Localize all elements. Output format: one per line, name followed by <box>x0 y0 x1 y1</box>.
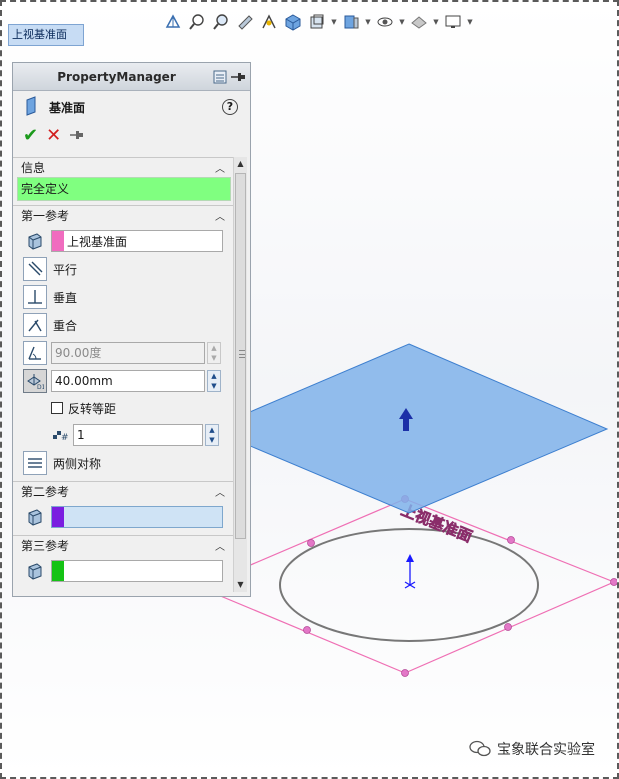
perpendicular-icon[interactable] <box>23 285 47 309</box>
property-manager-content[interactable]: 信息 ︿ 完全定义 第一参考 ︿ 上视基准面 平行 垂直 重合 90.00度 ▲… <box>13 157 233 596</box>
coincident-label: 重合 <box>53 318 78 333</box>
svg-text:#: # <box>61 433 69 443</box>
info-section-label: 信息 <box>21 161 46 175</box>
offset-row: D1 40.00mm ▲▼ <box>17 367 229 395</box>
option-perpendicular[interactable]: 垂直 <box>17 283 229 311</box>
property-manager-panel: PropertyManager 基准面 ? ✔ ✕ 信息 ︿ 完全定义 第一参考… <box>12 62 251 597</box>
plane-count-row: # 1 ▲ ▼ <box>17 421 229 449</box>
count-spinner[interactable]: ▲ ▼ <box>205 424 219 446</box>
scroll-down-icon[interactable]: ▼ <box>234 578 247 592</box>
scroll-up-icon[interactable]: ▲ <box>234 157 247 171</box>
hide-show-dropdown-icon[interactable]: ▼ <box>364 11 372 33</box>
property-manager-header: PropertyManager <box>13 63 250 91</box>
collapse-chevron-icon[interactable]: ︿ <box>215 160 225 175</box>
offset-distance-field[interactable]: 40.00mm <box>51 370 205 392</box>
plane-count-field[interactable]: 1 <box>73 424 203 446</box>
first-ref-value: 上视基准面 <box>67 234 128 249</box>
parallel-label: 平行 <box>53 262 78 277</box>
view-settings-dropdown-icon[interactable]: ▼ <box>466 11 474 33</box>
first-ref-field[interactable]: 上视基准面 <box>51 230 223 252</box>
action-buttons: ✔ ✕ <box>13 123 250 149</box>
second-ref-section-header[interactable]: 第二参考 ︿ <box>13 481 233 501</box>
hide-show-items-icon[interactable] <box>340 11 362 33</box>
zoom-area-icon[interactable] <box>186 11 208 33</box>
reference-entity-icon <box>23 230 45 252</box>
property-manager-title: PropertyManager <box>57 70 176 84</box>
view-orientation-icon[interactable] <box>282 11 304 33</box>
watermark: 宝象联合实验室 <box>469 739 595 759</box>
third-ref-field[interactable] <box>51 560 223 582</box>
angle-field[interactable]: 90.00度 <box>51 342 205 364</box>
help-icon[interactable]: ? <box>222 99 238 115</box>
first-ref-color-swatch <box>52 231 64 251</box>
dynamic-annotation-icon[interactable] <box>258 11 280 33</box>
mid-plane-label: 两侧对称 <box>53 456 102 471</box>
svg-text:D1: D1 <box>37 384 44 390</box>
reference-entity-icon <box>23 560 45 582</box>
graphics-area[interactable]: 上视基准面 ▼ ▼ ▼ ▼ ▼ 上视基准面 PropertyManager 基准… <box>0 0 619 779</box>
flip-offset-label: 反转等距 <box>68 401 117 416</box>
feature-header: 基准面 ? <box>13 91 250 123</box>
top-plane-outline[interactable] <box>197 498 616 674</box>
third-ref-section-label: 第三参考 <box>21 539 70 553</box>
first-ref-section-label: 第一参考 <box>21 209 70 223</box>
perpendicular-label: 垂直 <box>53 290 78 305</box>
option-mid-plane[interactable]: 两侧对称 <box>17 449 229 477</box>
option-parallel[interactable]: 平行 <box>17 255 229 283</box>
panel-scrollbar[interactable]: ▲ ▼ <box>233 157 247 592</box>
number-of-planes-icon: # <box>51 425 69 446</box>
ok-button[interactable]: ✔ <box>23 127 38 145</box>
third-ref-selection <box>17 557 229 585</box>
mid-plane-icon[interactable] <box>23 451 47 475</box>
reference-entity-icon <box>23 506 45 528</box>
wechat-icon <box>469 740 491 758</box>
collapse-chevron-icon[interactable]: ︿ <box>215 538 225 553</box>
flip-offset-checkbox[interactable] <box>51 402 63 414</box>
watermark-text: 宝象联合实验室 <box>497 742 595 758</box>
zoom-to-fit-icon[interactable] <box>162 11 184 33</box>
scroll-thumb[interactable] <box>235 173 246 539</box>
first-ref-section-header[interactable]: 第一参考 ︿ <box>13 205 233 225</box>
info-section-header[interactable]: 信息 ︿ <box>13 157 233 177</box>
origin-triad <box>404 554 416 589</box>
second-ref-selection <box>17 503 229 531</box>
section-view-icon[interactable] <box>234 11 256 33</box>
angle-icon[interactable] <box>23 341 47 365</box>
feature-title: 基准面 <box>49 100 86 115</box>
third-ref-section-header[interactable]: 第三参考 ︿ <box>13 535 233 555</box>
cancel-button[interactable]: ✕ <box>46 127 61 145</box>
panel-menu-icon[interactable] <box>212 69 228 88</box>
pin-icon[interactable] <box>230 69 246 88</box>
collapse-chevron-icon[interactable]: ︿ <box>215 208 225 223</box>
second-ref-field[interactable] <box>51 506 223 528</box>
apply-scene-icon[interactable] <box>408 11 430 33</box>
scene-dropdown-icon[interactable]: ▼ <box>432 11 440 33</box>
heads-up-toolbar: ▼ ▼ ▼ ▼ ▼ <box>162 10 474 34</box>
parallel-icon[interactable] <box>23 257 47 281</box>
edit-appearance-icon[interactable] <box>374 11 396 33</box>
angle-spinner[interactable]: ▲ ▼ <box>207 342 221 364</box>
second-ref-color-swatch <box>52 507 64 527</box>
collapse-chevron-icon[interactable]: ︿ <box>215 484 225 499</box>
display-style-icon[interactable] <box>306 11 328 33</box>
display-style-dropdown-icon[interactable]: ▼ <box>330 11 338 33</box>
view-settings-icon[interactable] <box>442 11 464 33</box>
second-ref-section-label: 第二参考 <box>21 485 70 499</box>
plane-feature-icon <box>23 95 41 119</box>
status-message: 完全定义 <box>17 177 231 201</box>
keep-visible-pin-icon[interactable] <box>69 128 85 145</box>
previous-view-icon[interactable] <box>210 11 232 33</box>
first-ref-selection: 上视基准面 <box>17 227 229 255</box>
offset-spinner[interactable]: ▲ ▼ <box>207 370 221 392</box>
selection-breadcrumb[interactable]: 上视基准面 <box>8 24 84 46</box>
offset-distance-icon[interactable]: D1 <box>23 369 47 393</box>
option-coincident[interactable]: 重合 <box>17 311 229 339</box>
appearance-dropdown-icon[interactable]: ▼ <box>398 11 406 33</box>
angle-row: 90.00度 ▲ ▼ <box>17 339 229 367</box>
flip-offset-row[interactable]: 反转等距 <box>17 395 229 421</box>
third-ref-color-swatch <box>52 561 64 581</box>
coincident-icon[interactable] <box>23 313 47 337</box>
